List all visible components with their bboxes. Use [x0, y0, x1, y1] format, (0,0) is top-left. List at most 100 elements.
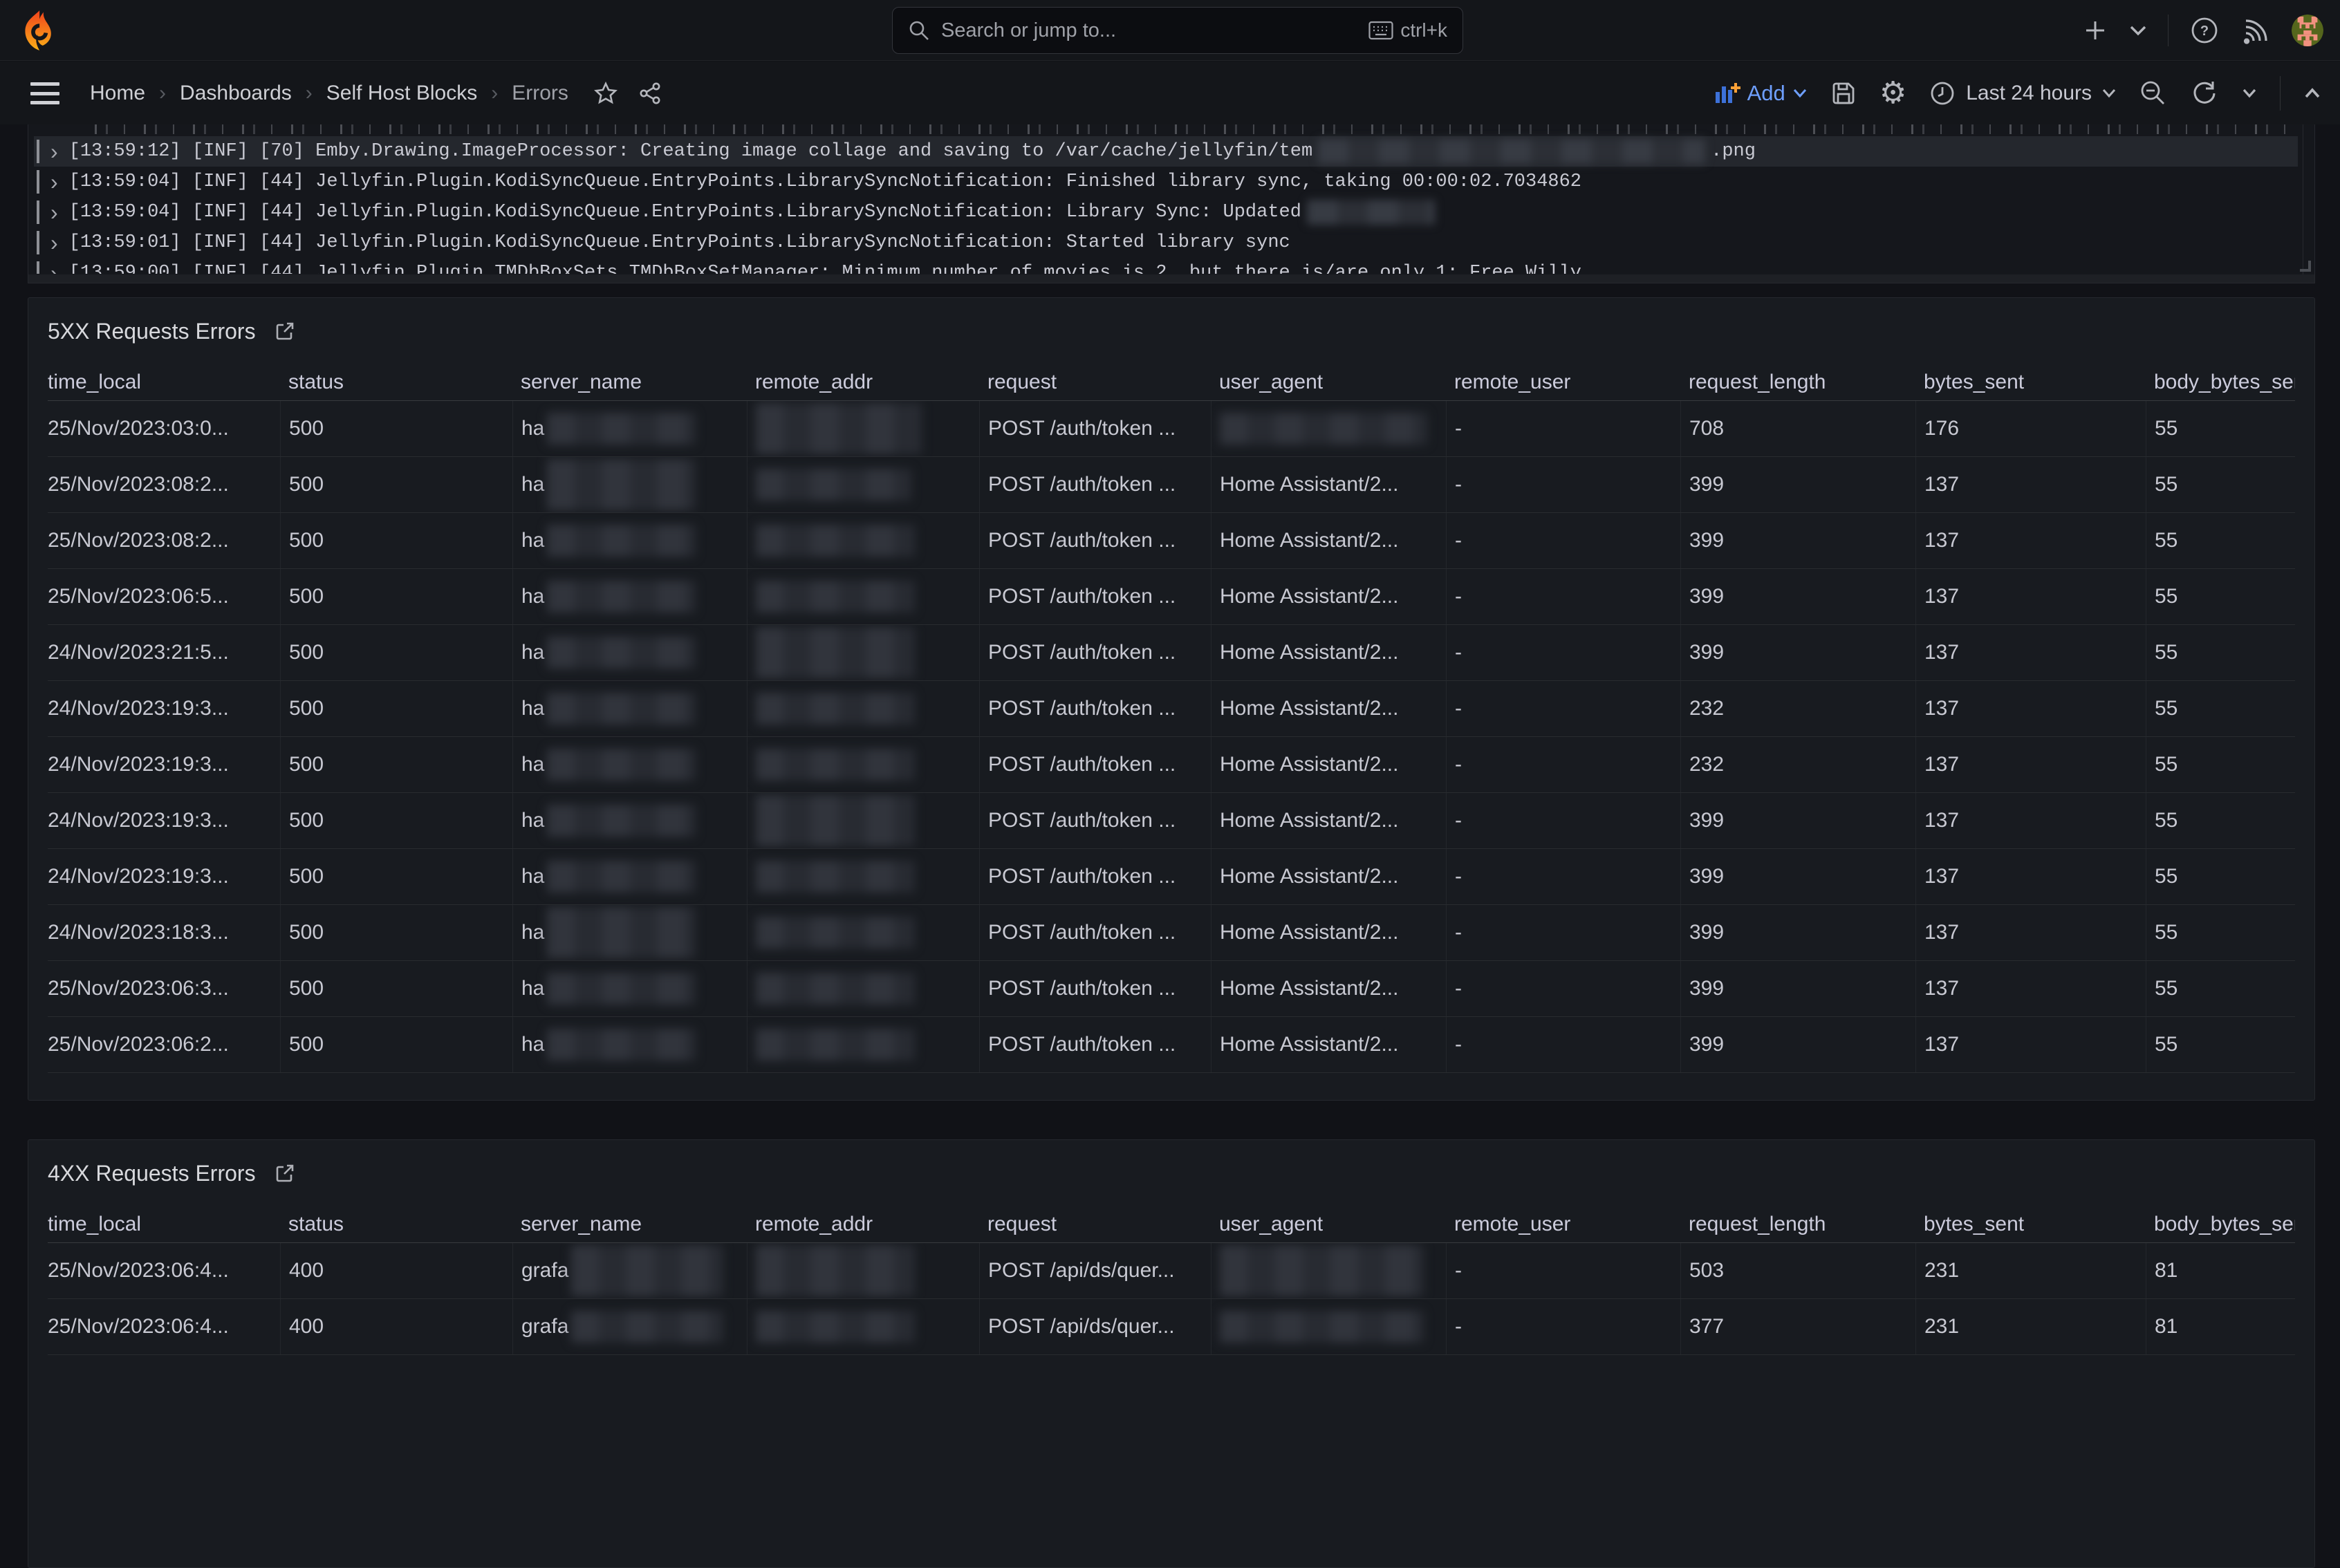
external-link-icon[interactable] [274, 1162, 296, 1184]
redacted-value [547, 459, 696, 510]
cell-time_local: 24/Nov/2023:19:3... [48, 681, 280, 736]
log-expand-icon[interactable]: › [50, 230, 58, 255]
col-header-remote_addr[interactable]: remote_addr [747, 1213, 979, 1236]
cell-server_name: ha [512, 793, 747, 848]
cell-bytes_sent: 231 [1915, 1243, 2146, 1298]
redacted-value [547, 581, 696, 613]
col-header-status[interactable]: status [280, 371, 512, 394]
col-header-request[interactable]: request [979, 1213, 1211, 1236]
col-header-request[interactable]: request [979, 371, 1211, 394]
refresh-interval-chevron-down-icon[interactable] [2241, 87, 2258, 99]
col-header-bytes_sent[interactable]: bytes_sent [1915, 1213, 2146, 1236]
log-expand-icon[interactable]: › [50, 200, 58, 225]
clock-icon [1929, 80, 1956, 107]
col-header-time_local[interactable]: time_local [48, 1213, 280, 1236]
log-expand-icon[interactable]: › [50, 139, 58, 164]
cell-body_bytes_sent: 81 [2146, 1299, 2295, 1354]
cell-bytes_sent: 137 [1915, 737, 2146, 792]
news-rss-icon[interactable] [2240, 15, 2271, 46]
cell-request: POST /auth/token ... [979, 457, 1211, 512]
redacted-text [1307, 200, 1435, 225]
col-header-server_name[interactable]: server_name [512, 371, 747, 394]
top-bar: Search or jump to... ctrl+k [0, 0, 2340, 61]
add-panel-icon [1713, 81, 1740, 106]
search-input[interactable]: Search or jump to... ctrl+k [892, 7, 1463, 54]
table-row: 25/Nov/2023:03:0...500haPOST /auth/token… [48, 401, 2295, 457]
help-icon[interactable]: ? [2189, 15, 2220, 46]
refresh-icon[interactable] [2190, 79, 2219, 108]
grafana-logo-icon[interactable] [19, 10, 58, 51]
cell-time_local: 24/Nov/2023:19:3... [48, 737, 280, 792]
col-header-server_name[interactable]: server_name [512, 1213, 747, 1236]
cell-remote_addr [747, 961, 979, 1016]
cell-body_bytes_sent: 55 [2146, 401, 2295, 456]
zoom-out-time-icon[interactable] [2139, 79, 2168, 108]
cell-remote_addr [747, 1243, 979, 1298]
cell-request: POST /auth/token ... [979, 849, 1211, 904]
panel-title[interactable]: 4XX Requests Errors [48, 1161, 256, 1186]
redacted-value [1220, 1311, 1424, 1343]
table-row: 24/Nov/2023:19:3...500haPOST /auth/token… [48, 681, 2295, 737]
col-header-body_bytes_sent[interactable]: body_bytes_sent [2146, 371, 2295, 394]
favorite-star-icon[interactable] [593, 81, 618, 106]
dashboard-settings-gear-icon[interactable]: ⚙ [1879, 78, 1906, 109]
cell-request: POST /auth/token ... [979, 681, 1211, 736]
cell-remote_user: - [1446, 1243, 1680, 1298]
mega-menu-icon[interactable] [30, 82, 59, 104]
user-avatar[interactable] [2292, 15, 2323, 46]
save-dashboard-icon[interactable] [1830, 80, 1857, 107]
cell-body_bytes_sent: 81 [2146, 1243, 2295, 1298]
redacted-value [1220, 1245, 1424, 1296]
cell-request: POST /auth/token ... [979, 1017, 1211, 1072]
col-header-status[interactable]: status [280, 1213, 512, 1236]
new-menu-chevron-down-icon[interactable] [2129, 24, 2147, 37]
new-plus-button[interactable] [2082, 17, 2108, 44]
external-link-icon[interactable] [274, 320, 296, 342]
log-row: ›[13:59:01] [INF] [44] Jellyfin.Plugin.K… [34, 227, 2298, 258]
cell-request: POST /auth/token ... [979, 905, 1211, 960]
errors-table: time_localstatusserver_nameremote_addrre… [48, 364, 2295, 1073]
logs-panel: ›[13:59:12] [INF] [70] Emby.Drawing.Imag… [28, 124, 2315, 283]
col-header-user_agent[interactable]: user_agent [1211, 371, 1446, 394]
col-header-time_local[interactable]: time_local [48, 371, 280, 394]
cell-bytes_sent: 231 [1915, 1299, 2146, 1354]
log-expand-icon[interactable]: › [50, 261, 58, 274]
time-range-picker[interactable]: Last 24 hours [1929, 80, 2117, 107]
share-icon[interactable] [638, 81, 662, 106]
redacted-value [756, 795, 915, 846]
col-header-user_agent[interactable]: user_agent [1211, 1213, 1446, 1236]
collapse-chevron-up-icon[interactable] [2303, 86, 2322, 100]
cell-remote_addr [747, 849, 979, 904]
redacted-value [547, 525, 696, 557]
cell-request_length: 399 [1680, 625, 1915, 680]
col-header-request_length[interactable]: request_length [1680, 1213, 1915, 1236]
cell-bytes_sent: 137 [1915, 1017, 2146, 1072]
add-panel-button[interactable]: Add [1713, 81, 1808, 106]
horizontal-scrollbar[interactable] [28, 274, 2314, 283]
cell-server_name: ha [512, 961, 747, 1016]
cell-remote_addr [747, 1017, 979, 1072]
col-header-remote_addr[interactable]: remote_addr [747, 371, 979, 394]
cell-time_local: 25/Nov/2023:06:3... [48, 961, 280, 1016]
col-header-remote_user[interactable]: remote_user [1446, 1213, 1680, 1236]
breadcrumb-home[interactable]: Home [90, 82, 145, 105]
col-header-bytes_sent[interactable]: bytes_sent [1915, 371, 2146, 394]
table-header-row: time_localstatusserver_nameremote_addrre… [48, 364, 2295, 401]
col-header-request_length[interactable]: request_length [1680, 371, 1915, 394]
cell-status: 500 [280, 625, 512, 680]
breadcrumb-dashboards[interactable]: Dashboards [180, 82, 292, 105]
cell-server_name: ha [512, 457, 747, 512]
cell-user_agent: Home Assistant/2... [1211, 513, 1446, 568]
breadcrumb-errors[interactable]: Errors [512, 82, 568, 105]
col-header-body_bytes_sent[interactable]: body_bytes_sent [2146, 1213, 2295, 1236]
table-row: 25/Nov/2023:06:4...400grafaPOST /api/ds/… [48, 1243, 2295, 1299]
cell-user_agent: Home Assistant/2... [1211, 961, 1446, 1016]
log-expand-icon[interactable]: › [50, 169, 58, 194]
panel-4xx-requests-errors: 4XX Requests Errors time_localstatusserv… [28, 1139, 2315, 1568]
col-header-remote_user[interactable]: remote_user [1446, 371, 1680, 394]
cell-remote_user: - [1446, 457, 1680, 512]
cell-remote_user: - [1446, 513, 1680, 568]
breadcrumb-self-host-blocks[interactable]: Self Host Blocks [326, 82, 477, 105]
panel-resize-handle[interactable] [2300, 261, 2311, 272]
panel-title[interactable]: 5XX Requests Errors [48, 319, 256, 344]
